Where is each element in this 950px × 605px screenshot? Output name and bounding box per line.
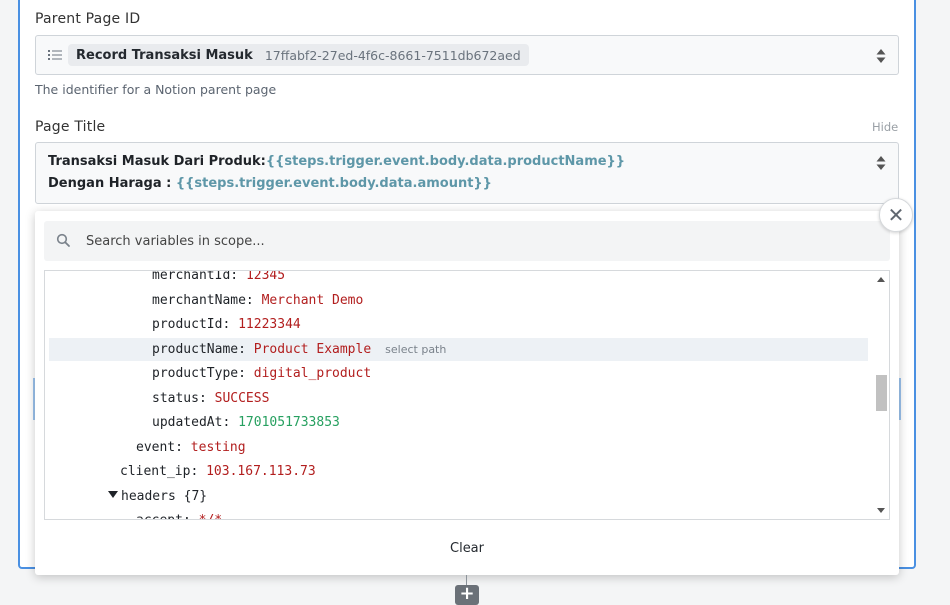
selected-record-chip: Record Transaksi Masuk 17ffabf2-27ed-4f6… bbox=[68, 44, 529, 66]
tree-row[interactable]: merchantId: 12345 bbox=[49, 270, 868, 287]
close-icon: ✕ bbox=[887, 203, 905, 227]
tree-key: event bbox=[136, 440, 176, 455]
page-title-input[interactable]: Transaksi Masuk Dari Produk:{{steps.trig… bbox=[35, 142, 899, 204]
page-title-var-1: {{steps.trigger.event.body.data.productN… bbox=[265, 154, 626, 169]
tree-key: productId bbox=[152, 317, 223, 332]
tree-key: status bbox=[152, 391, 199, 406]
tree-row[interactable]: accept: */* bbox=[49, 509, 868, 519]
tree-row[interactable]: productType: digital_product bbox=[49, 362, 868, 385]
tree-row[interactable]: status: SUCCESS bbox=[49, 387, 868, 410]
tree-key: updatedAt bbox=[152, 415, 223, 430]
page-title-var-2: {{steps.trigger.event.body.data.amount}} bbox=[175, 176, 492, 191]
page-title-text-2: Dengan Haraga : bbox=[48, 176, 176, 191]
page-title-label: Page Title bbox=[35, 119, 106, 135]
scroll-up-arrow-icon[interactable] bbox=[877, 277, 885, 282]
tree-row[interactable]: updatedAt: 1701051733853 bbox=[49, 411, 868, 434]
title-sort-arrows-icon bbox=[876, 156, 886, 170]
tree-value: Product Example bbox=[253, 342, 372, 357]
tree-value: 11223344 bbox=[238, 317, 301, 332]
tree-row-expandable[interactable]: headers {7} bbox=[49, 485, 868, 508]
selected-record-id: 17ffabf2-27ed-4f6c-8661-7511db672aed bbox=[264, 47, 521, 63]
tree-row[interactable]: client_ip: 103.167.113.73 bbox=[49, 460, 868, 483]
variables-search bbox=[44, 221, 890, 261]
tree-key: merchantId bbox=[152, 270, 231, 283]
parent-page-help: The identifier for a Notion parent page bbox=[35, 82, 277, 97]
scrollbar-thumb[interactable] bbox=[876, 375, 887, 411]
select-sort-arrows-icon bbox=[876, 49, 886, 63]
tree-key: productName bbox=[152, 342, 239, 357]
tree-key: accept bbox=[136, 513, 183, 519]
tree-row-highlighted[interactable]: productName: Product Example select path bbox=[49, 338, 868, 361]
add-step-button[interactable]: + bbox=[455, 585, 479, 605]
page-title-text-1: Transaksi Masuk Dari Produk: bbox=[48, 154, 266, 169]
clear-button[interactable]: Clear bbox=[435, 537, 499, 561]
tree-value: */* bbox=[199, 513, 222, 519]
tree-value: 12345 bbox=[245, 270, 286, 283]
tree-row[interactable]: event: testing bbox=[49, 436, 868, 459]
scroll-down-arrow-icon[interactable] bbox=[877, 508, 885, 513]
tree-scrollbar[interactable] bbox=[873, 271, 889, 519]
tree-key: productType bbox=[152, 366, 239, 381]
tree-value: Merchant Demo bbox=[261, 293, 364, 308]
tree-value: 1701051733853 bbox=[238, 415, 340, 430]
select-path-hint[interactable]: select path bbox=[385, 343, 446, 356]
list-icon bbox=[48, 50, 62, 60]
tree-value: 103.167.113.73 bbox=[206, 464, 316, 479]
variables-search-input[interactable] bbox=[84, 221, 884, 261]
tree-value: SUCCESS bbox=[214, 391, 270, 406]
tree-key: merchantName bbox=[152, 293, 246, 308]
selected-record-name: Record Transaksi Masuk bbox=[76, 47, 253, 63]
caret-down-icon[interactable] bbox=[108, 491, 118, 498]
close-popup-button[interactable]: ✕ bbox=[879, 198, 913, 232]
page-title-line-1: Transaksi Masuk Dari Produk:{{steps.trig… bbox=[48, 154, 625, 169]
tree-value: testing bbox=[190, 440, 246, 455]
tree-key: headers {7} bbox=[121, 489, 208, 504]
search-icon bbox=[56, 233, 70, 247]
variables-popup: merchantId: 12345 merchantName: Merchant… bbox=[35, 211, 899, 575]
tree-key: client_ip bbox=[120, 464, 191, 479]
tree-row[interactable]: merchantName: Merchant Demo bbox=[49, 289, 868, 312]
tree-value: digital_product bbox=[253, 366, 372, 381]
tree-row[interactable]: productId: 11223344 bbox=[49, 313, 868, 336]
parent-page-label: Parent Page ID bbox=[35, 11, 141, 27]
hide-link[interactable]: Hide bbox=[872, 120, 898, 134]
variables-tree: merchantId: 12345 merchantName: Merchant… bbox=[44, 270, 890, 520]
page-title-line-2: Dengan Haraga : {{steps.trigger.event.bo… bbox=[48, 176, 492, 191]
